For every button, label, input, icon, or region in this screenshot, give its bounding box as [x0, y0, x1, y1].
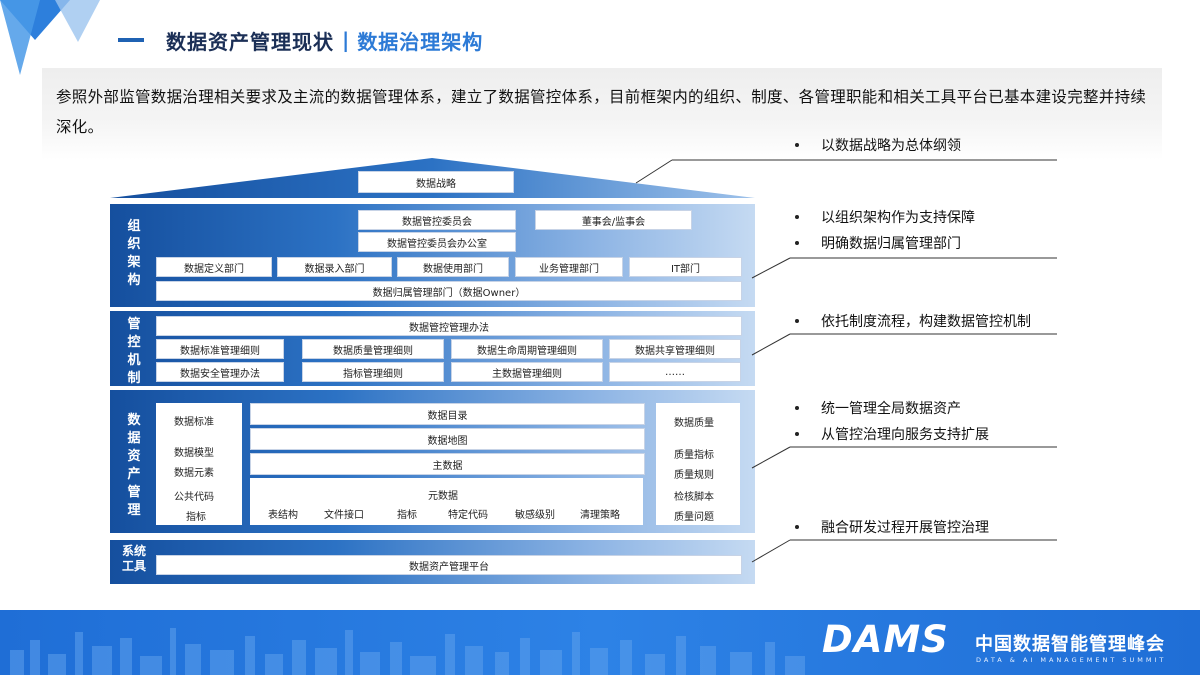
note-text: 明确数据归属管理部门	[821, 236, 961, 252]
note-asset: 统一管理全局数据资产 从管控治理向服务支持扩展	[795, 395, 989, 447]
note-strategy: 以数据战略为总体纲领	[795, 132, 961, 158]
summit-name-en: DATA & AI MANAGEMENT SUMMIT	[976, 656, 1167, 664]
bullet-icon	[795, 406, 799, 410]
note-text: 以组织架构作为支持保障	[821, 210, 975, 226]
bullet-icon	[795, 319, 799, 323]
note-control: 依托制度流程，构建数据管控机制	[795, 308, 1031, 334]
bullet-icon	[795, 525, 799, 529]
bullet-icon	[795, 432, 799, 436]
bullet-icon	[795, 215, 799, 219]
bullet-icon	[795, 241, 799, 245]
note-text: 从管控治理向服务支持扩展	[821, 427, 989, 443]
dams-logo: DAMS	[822, 618, 949, 661]
bullet-icon	[795, 143, 799, 147]
note-org: 以组织架构作为支持保障 明确数据归属管理部门	[795, 204, 975, 256]
note-text: 统一管理全局数据资产	[821, 401, 961, 417]
summit-name-cn: 中国数据智能管理峰会	[975, 634, 1165, 655]
connector-lines	[635, 159, 1057, 563]
note-text: 依托制度流程，构建数据管控机制	[821, 314, 1031, 330]
note-text: 以数据战略为总体纲领	[821, 138, 961, 154]
city-skyline-graphic	[10, 628, 805, 675]
note-text: 融合研发过程开展管控治理	[821, 520, 989, 536]
note-tools: 融合研发过程开展管控治理	[795, 514, 989, 540]
